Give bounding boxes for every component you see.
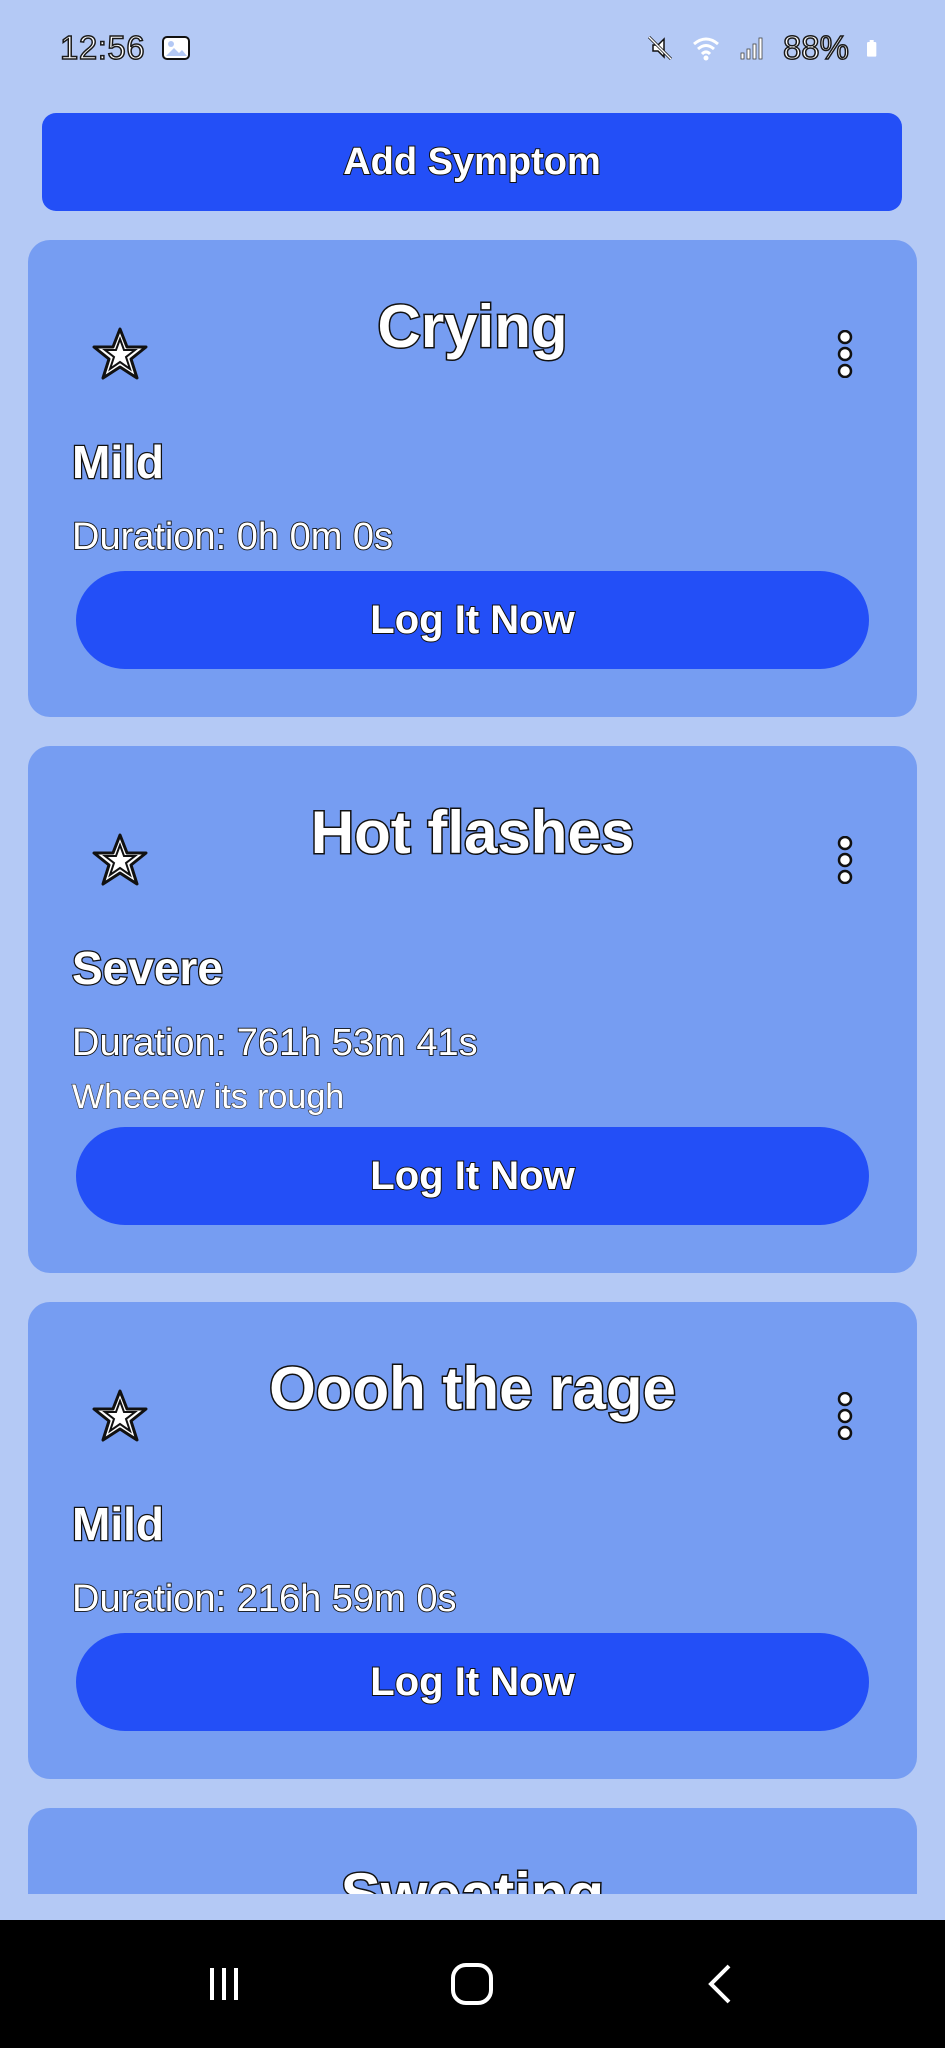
battery-percent: 88% bbox=[782, 28, 850, 67]
severity-label: Mild bbox=[71, 435, 165, 490]
symptom-card: Sweating bbox=[28, 1808, 917, 1894]
log-it-now-button[interactable]: Log It Now bbox=[76, 1127, 869, 1225]
duration-text: Duration: 761h 53m 41s bbox=[71, 1021, 478, 1065]
symptom-card: Crying Mild Duration: 0h 0m 0s Log It No… bbox=[28, 240, 917, 717]
favorite-star-icon[interactable] bbox=[90, 1893, 150, 1894]
severity-label: Severe bbox=[71, 941, 224, 996]
symptom-title: Oooh the rage bbox=[268, 1354, 678, 1424]
symptom-list[interactable]: Crying Mild Duration: 0h 0m 0s Log It No… bbox=[0, 240, 945, 1894]
status-right: 88% bbox=[645, 28, 885, 67]
symptom-title: Sweating bbox=[28, 1860, 917, 1895]
navigation-bar bbox=[0, 1920, 945, 2048]
favorite-star-icon[interactable] bbox=[90, 831, 150, 891]
recents-button[interactable] bbox=[194, 1954, 254, 2014]
home-button[interactable] bbox=[442, 1954, 502, 2014]
mute-icon bbox=[647, 35, 672, 61]
more-options-icon[interactable] bbox=[833, 836, 857, 884]
severity-label: Mild bbox=[71, 1497, 165, 1552]
log-it-now-button[interactable]: Log It Now bbox=[76, 1633, 869, 1731]
log-it-now-button[interactable]: Log It Now bbox=[76, 571, 869, 669]
favorite-star-icon[interactable] bbox=[90, 325, 150, 385]
symptom-note: Wheeew its rough bbox=[71, 1077, 345, 1116]
signal-icon bbox=[740, 37, 763, 60]
favorite-star-icon[interactable] bbox=[90, 1387, 150, 1447]
symptom-title: Hot flashes bbox=[309, 798, 635, 868]
duration-text: Duration: 216h 59m 0s bbox=[71, 1577, 457, 1621]
symptom-card: Oooh the rage Mild Duration: 216h 59m 0s… bbox=[28, 1302, 917, 1779]
wifi-icon bbox=[692, 37, 719, 61]
back-button[interactable] bbox=[691, 1954, 751, 2014]
symptom-title: Crying bbox=[376, 292, 569, 362]
add-symptom-button[interactable]: Add Symptom bbox=[42, 113, 902, 211]
status-time: 12:56 bbox=[59, 28, 146, 67]
screen: 12:56 88% Add Symptom Crying Mild Durati… bbox=[0, 0, 945, 2048]
more-options-icon[interactable] bbox=[833, 1392, 857, 1440]
duration-text: Duration: 0h 0m 0s bbox=[71, 515, 394, 559]
battery-icon bbox=[867, 40, 877, 57]
more-options-icon[interactable] bbox=[833, 330, 857, 378]
back-icon bbox=[707, 1964, 731, 2004]
home-icon bbox=[451, 1963, 494, 2005]
gallery-icon bbox=[162, 36, 191, 60]
status-left: 12:56 bbox=[59, 28, 191, 67]
symptom-card: Hot flashes Severe Duration: 761h 53m 41… bbox=[28, 746, 917, 1273]
status-bar: 12:56 88% bbox=[0, 0, 945, 96]
recents-icon bbox=[210, 1968, 239, 2000]
